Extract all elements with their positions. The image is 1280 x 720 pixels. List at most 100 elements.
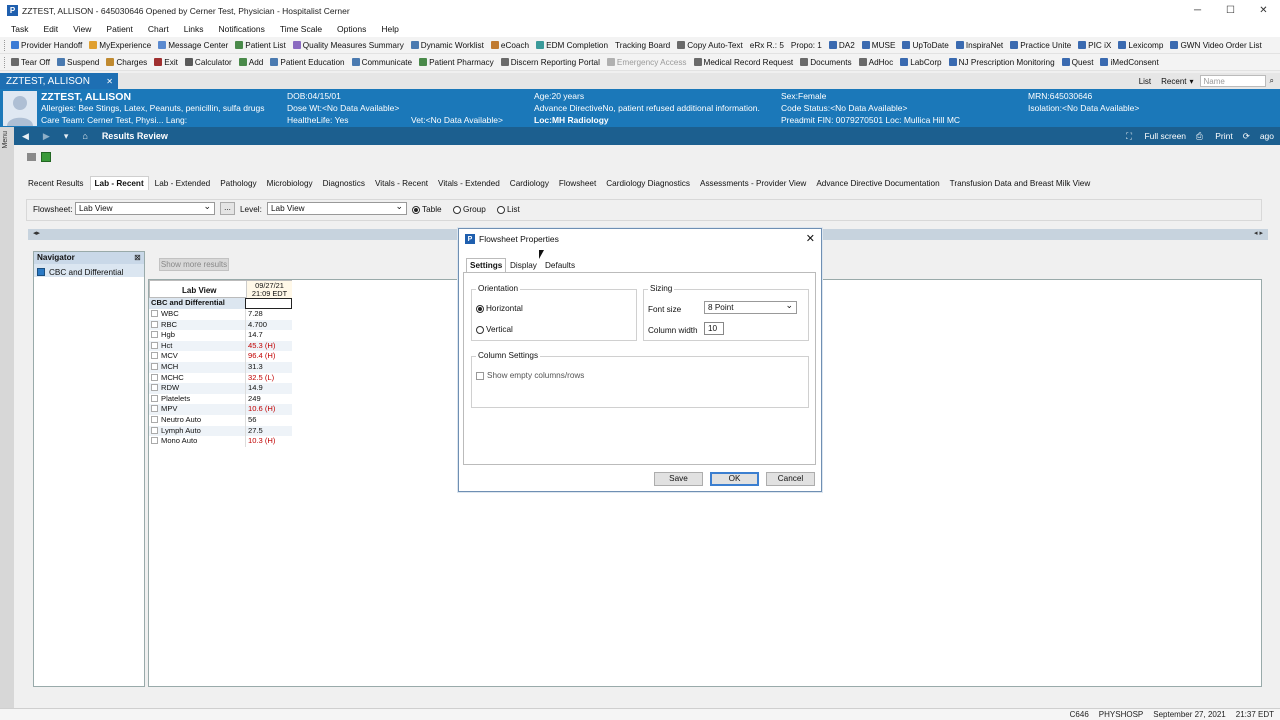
scroll-left-icon[interactable]: ◂▸ — [33, 229, 40, 237]
show-more-results-button[interactable]: Show more results — [159, 258, 229, 271]
result-value[interactable]: 7.28 — [245, 309, 292, 320]
checkbox-icon[interactable] — [37, 268, 45, 276]
patient-name[interactable]: ZZTEST, ALLISON — [41, 91, 131, 103]
tab-vitals-recent[interactable]: Vitals - Recent — [371, 176, 432, 190]
result-value[interactable]: 45.3 (H) — [245, 340, 292, 352]
row-checkbox[interactable] — [151, 394, 158, 402]
selected-cell[interactable] — [245, 298, 292, 309]
toolbar-button-patient-education[interactable]: Patient Education — [270, 58, 345, 67]
toolbar-button-calculator[interactable]: Calculator — [184, 58, 232, 67]
toolbar-button-medical-record-request[interactable]: Medical Record Request — [693, 58, 793, 67]
side-menu-toggle[interactable]: Menu — [0, 127, 14, 720]
toolbar-button-nj-prescription-monitoring[interactable]: NJ Prescription Monitoring — [948, 58, 1055, 67]
toolbar-button-adhoc[interactable]: AdHoc — [858, 58, 893, 67]
tab-cardiology-diagnostics[interactable]: Cardiology Diagnostics — [602, 176, 694, 190]
toolbar-button-labcorp[interactable]: LabCorp — [900, 58, 942, 67]
search-icon[interactable]: ⌕ — [1270, 76, 1274, 86]
menu-item-options[interactable]: Options — [337, 24, 366, 34]
row-checkbox[interactable] — [151, 331, 158, 339]
tab-vitals-extended[interactable]: Vitals - Extended — [434, 176, 504, 190]
table-row[interactable]: Neutro Auto 56 — [149, 415, 292, 426]
table-row[interactable]: MCHC 32.5 (L) — [149, 372, 292, 384]
font-size-select[interactable]: 8 Point — [704, 299, 797, 314]
tab-diagnostics[interactable]: Diagnostics — [319, 176, 369, 190]
toolbar-button-charges[interactable]: Charges — [106, 58, 147, 67]
toolbar-button-uptodate[interactable]: UpToDate — [902, 41, 949, 50]
tab-transfusion-data-and-breast-milk-view[interactable]: Transfusion Data and Breast Milk View — [946, 176, 1095, 190]
navigator-item-cbc[interactable]: CBC and Differential — [34, 264, 144, 277]
menu-item-chart[interactable]: Chart — [148, 24, 169, 34]
dialog-tab-display[interactable]: Display — [507, 260, 540, 272]
table-row[interactable]: Hct 45.3 (H) — [149, 340, 292, 352]
list-radio[interactable]: List — [497, 205, 520, 214]
close-icon[interactable]: ✕ — [106, 77, 113, 86]
result-value[interactable]: 4.700 — [245, 319, 292, 331]
row-checkbox[interactable] — [151, 426, 158, 434]
toolbar-button-patient-pharmacy[interactable]: Patient Pharmacy — [419, 58, 494, 67]
group-radio[interactable]: Group — [453, 205, 486, 214]
row-checkbox[interactable] — [151, 363, 158, 370]
dialog-tab-defaults[interactable]: Defaults — [542, 260, 578, 272]
toolbar-button-exit[interactable]: Exit — [154, 58, 178, 67]
menu-item-links[interactable]: Links — [184, 24, 204, 34]
toolbar-button-muse[interactable]: MUSE — [861, 41, 895, 50]
toolbar-button-practice-unite[interactable]: Practice Unite — [1010, 41, 1071, 50]
row-checkbox[interactable] — [151, 405, 158, 413]
table-row[interactable]: RDW 14.9 — [149, 383, 292, 394]
vertical-radio[interactable]: Vertical — [476, 325, 513, 334]
result-value[interactable]: 31.3 — [245, 362, 292, 373]
result-value[interactable]: 10.3 (H) — [245, 436, 292, 447]
row-checkbox[interactable] — [151, 341, 158, 349]
toolbar-button-quality-measures-summary[interactable]: Quality Measures Summary — [292, 41, 404, 50]
toolbar-button-suspend[interactable]: Suspend — [56, 58, 99, 67]
toolbar-button-lexicomp[interactable]: Lexicomp — [1118, 41, 1163, 50]
checkbox-icon[interactable] — [476, 371, 484, 380]
row-checkbox[interactable] — [151, 320, 158, 328]
forward-arrow-icon[interactable]: ▶ — [43, 131, 50, 142]
scroll-right-icon[interactable]: ◂ ▸ — [1254, 229, 1263, 237]
fullscreen-button[interactable]: ⛶ Full screen — [1126, 131, 1186, 142]
result-value[interactable]: 249 — [245, 393, 292, 405]
refresh-icon[interactable]: ⟳ — [1243, 131, 1250, 142]
menu-item-view[interactable]: View — [73, 24, 91, 34]
table-row[interactable]: Lymph Auto 27.5 — [149, 425, 292, 437]
horizontal-radio[interactable]: Horizontal — [476, 304, 523, 313]
menu-item-time-scale[interactable]: Time Scale — [280, 24, 322, 34]
save-button[interactable]: Save — [654, 472, 703, 486]
result-value[interactable]: 32.5 (L) — [245, 372, 292, 384]
ok-button[interactable]: OK — [710, 472, 759, 486]
patient-tab[interactable]: ZZTEST, ALLISON ✕ — [0, 73, 118, 89]
show-empty-checkbox[interactable]: Show empty columns/rows — [476, 371, 584, 380]
cancel-button[interactable]: Cancel — [766, 472, 815, 486]
column-width-input[interactable]: 10 — [704, 322, 724, 335]
tab-lab-recent[interactable]: Lab - Recent — [89, 176, 149, 190]
patient-name-input[interactable]: Name — [1199, 75, 1266, 87]
table-row[interactable]: Platelets 249 — [149, 393, 292, 405]
toolbar-button-myexperience[interactable]: MyExperience — [89, 41, 151, 50]
table-row[interactable]: RBC 4.700 — [149, 319, 292, 331]
tab-flowsheet[interactable]: Flowsheet — [555, 176, 600, 190]
flowsheet-select[interactable]: Lab View — [75, 200, 215, 215]
result-value[interactable]: 96.4 (H) — [245, 351, 292, 362]
result-value[interactable]: 10.6 (H) — [245, 404, 292, 415]
table-row[interactable]: Mono Auto 10.3 (H) — [149, 436, 292, 447]
result-value[interactable]: 27.5 — [245, 425, 292, 437]
flowsheet-icon[interactable] — [41, 152, 51, 162]
row-checkbox[interactable] — [151, 373, 158, 381]
menu-item-help[interactable]: Help — [381, 24, 398, 34]
toolbar-button-provider-handoff[interactable]: Provider Handoff — [11, 41, 82, 50]
result-value[interactable]: 14.7 — [245, 330, 292, 341]
menu-item-edit[interactable]: Edit — [43, 24, 58, 34]
row-checkbox[interactable] — [151, 437, 158, 445]
toolbar-button-dynamic-worklist[interactable]: Dynamic Worklist — [410, 41, 484, 50]
row-checkbox[interactable] — [151, 310, 158, 317]
menu-item-task[interactable]: Task — [11, 24, 28, 34]
row-checkbox[interactable] — [151, 384, 158, 392]
back-arrow-icon[interactable]: ◀ — [22, 131, 29, 142]
toolbar-button-discern-reporting-portal[interactable]: Discern Reporting Portal — [500, 58, 600, 67]
table-row[interactable]: MCV 96.4 (H) — [149, 351, 292, 362]
allergies[interactable]: Allergies: Bee Stings, Latex, Peanuts, p… — [41, 103, 265, 113]
table-row[interactable]: Hgb 14.7 — [149, 330, 292, 341]
toolbar-button-add[interactable]: Add — [238, 58, 263, 67]
result-value[interactable]: 14.9 — [245, 383, 292, 394]
